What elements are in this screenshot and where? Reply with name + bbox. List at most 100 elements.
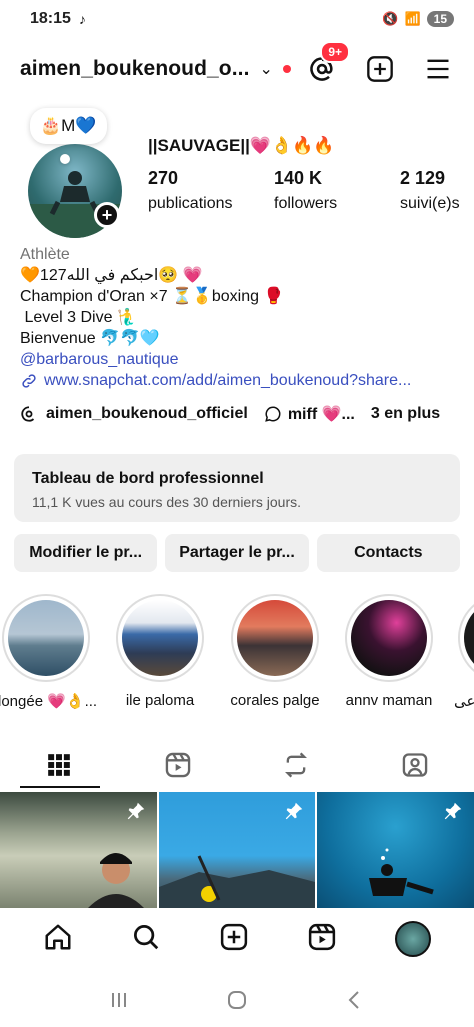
pin-icon xyxy=(127,802,144,820)
highlight-item[interactable]: longée 💗👌... xyxy=(0,594,98,710)
professional-dashboard[interactable]: Tableau de bord professionnel 11,1 K vue… xyxy=(14,454,460,522)
reels-icon xyxy=(308,923,336,950)
tagged-person-icon xyxy=(402,753,427,777)
nav-home[interactable] xyxy=(43,922,73,957)
pin-icon xyxy=(444,802,462,820)
grid-icon xyxy=(48,754,71,776)
system-navigation xyxy=(0,972,474,1027)
threads-button[interactable]: 9+ xyxy=(306,41,350,85)
highlight-label: ساعی xyxy=(454,693,474,710)
note-bubble-tail xyxy=(60,154,70,164)
bio-line: 🧡127احبكم في الله🥺 💗 xyxy=(20,267,203,284)
profile-category: Athlète xyxy=(20,246,70,263)
stat-posts-value: 270 xyxy=(148,168,179,188)
highlight-item[interactable]: corales palge xyxy=(227,594,323,709)
profile-header: aimen_boukenoud_o... ⌄ 9+ xyxy=(0,41,474,94)
highlight-label: ile paloma xyxy=(125,692,195,709)
post-grid xyxy=(0,792,474,908)
stat-following-label: suivi(e)s xyxy=(400,195,460,212)
highlight-cover xyxy=(8,600,84,676)
plus-square-icon xyxy=(367,56,393,82)
profile-bio: Athlète 🧡127احبكم في الله🥺 💗 Champion d'… xyxy=(20,244,460,391)
profile-stats: 270 publications 140 K followers 2 129 s… xyxy=(148,168,474,213)
battery-indicator: 15 xyxy=(426,11,454,27)
wifi-icon: 📶 xyxy=(404,11,421,26)
link-icon xyxy=(22,373,36,388)
stat-followers-label: followers xyxy=(274,195,338,212)
highlight-item[interactable]: annv maman xyxy=(341,594,437,709)
repost-icon xyxy=(285,752,308,778)
dashboard-title: Tableau de bord professionnel xyxy=(32,470,264,487)
tab-reposts[interactable] xyxy=(237,740,356,790)
bio-line: Champion d'Oran ×7 ⏳🥇boxing 🥊 xyxy=(20,288,284,305)
display-name: ||SAUVAGE||💗👌🔥🔥 xyxy=(148,136,335,155)
post-thumbnail[interactable] xyxy=(158,792,316,908)
highlight-cover xyxy=(464,600,474,676)
highlight-cover xyxy=(237,600,313,676)
stat-posts[interactable]: 270 publications xyxy=(148,168,274,213)
search-icon xyxy=(134,924,159,949)
username-switcher[interactable]: aimen_boukenoud_o... xyxy=(20,57,250,81)
edit-profile-button[interactable]: Modifier le pr... xyxy=(14,534,158,572)
note-chip[interactable]: miff 💗... xyxy=(288,404,355,424)
highlight-label: longée 💗👌... xyxy=(0,693,98,710)
tiktok-icon: ♪ xyxy=(78,11,86,27)
active-tab-indicator xyxy=(20,786,100,788)
stat-followers[interactable]: 140 K followers xyxy=(274,168,400,213)
bio-link-row[interactable]: www.snapchat.com/add/aimen_boukenoud?sha… xyxy=(20,370,460,391)
dashboard-subtitle: 11,1 K vues au cours des 30 derniers jou… xyxy=(32,494,302,510)
home-icon xyxy=(45,924,71,949)
profile-actions: Modifier le pr... Partager le pr... Cont… xyxy=(14,534,460,572)
add-story-button[interactable]: + xyxy=(94,202,120,228)
threads-badge: 9+ xyxy=(320,41,350,63)
post-thumbnail[interactable] xyxy=(317,792,474,908)
stat-posts-label: publications xyxy=(148,195,233,212)
menu-button[interactable] xyxy=(422,53,454,85)
status-bar: 18:15 ♪ 🔇 📶 15 xyxy=(0,0,474,38)
tab-reels[interactable] xyxy=(119,740,238,790)
story-highlights: longée 💗👌... ile paloma corales palge an… xyxy=(0,594,474,714)
stat-following-value: 2 129 xyxy=(400,168,446,188)
more-links[interactable]: 3 en plus xyxy=(371,405,440,423)
nav-search[interactable] xyxy=(131,922,161,957)
highlight-item[interactable]: ile paloma xyxy=(112,594,208,709)
post-thumbnail[interactable] xyxy=(0,792,157,908)
pin-icon xyxy=(286,802,303,820)
nav-profile-avatar[interactable] xyxy=(395,921,431,957)
highlight-item[interactable]: ساعی xyxy=(454,594,474,710)
mute-icon: 🔇 xyxy=(382,11,399,26)
reels-icon xyxy=(165,752,190,778)
notification-dot xyxy=(282,65,291,73)
share-profile-button[interactable]: Partager le pr... xyxy=(165,534,309,572)
nav-reels[interactable] xyxy=(307,922,337,957)
plus-square-icon xyxy=(220,923,248,950)
create-post-button[interactable] xyxy=(364,53,396,85)
bio-line: Level 3 Dive 🧜‍♂️ xyxy=(20,309,137,326)
threads-handle-link[interactable]: aimen_boukenoud_officiel xyxy=(46,405,248,423)
back-icon[interactable] xyxy=(343,988,367,1012)
highlight-cover xyxy=(122,600,198,676)
tab-posts-grid[interactable] xyxy=(0,740,119,790)
highlight-label: corales palge xyxy=(230,692,320,709)
profile-note[interactable]: 🎂M💙 xyxy=(30,108,107,144)
bio-mention-link[interactable]: @barbarous_nautique xyxy=(20,349,460,370)
status-icons: 🔇 📶 15 xyxy=(382,11,454,27)
threads-icon xyxy=(21,406,35,422)
recent-apps-icon[interactable] xyxy=(107,988,131,1012)
stat-followers-value: 140 K xyxy=(274,168,323,188)
chevron-down-icon[interactable]: ⌄ xyxy=(260,59,273,79)
chat-bubble-icon xyxy=(265,406,281,422)
hamburger-menu-icon xyxy=(427,59,449,79)
highlight-cover xyxy=(351,600,427,676)
nav-create[interactable] xyxy=(219,922,249,957)
bio-line: Bienvenue 🐬🐬🩵 xyxy=(20,330,160,347)
stat-following[interactable]: 2 129 suivi(e)s xyxy=(400,168,474,213)
home-circle-icon[interactable] xyxy=(225,988,249,1012)
profile-links-row: aimen_boukenoud_officiel miff 💗... 3 en … xyxy=(20,404,460,424)
bio-external-link[interactable]: www.snapchat.com/add/aimen_boukenoud?sha… xyxy=(44,370,411,391)
highlight-label: annv maman xyxy=(345,692,433,709)
contacts-button[interactable]: Contacts xyxy=(316,534,460,572)
tab-tagged[interactable] xyxy=(356,740,474,790)
bottom-navigation xyxy=(0,908,474,970)
status-time: 18:15 xyxy=(30,10,71,27)
